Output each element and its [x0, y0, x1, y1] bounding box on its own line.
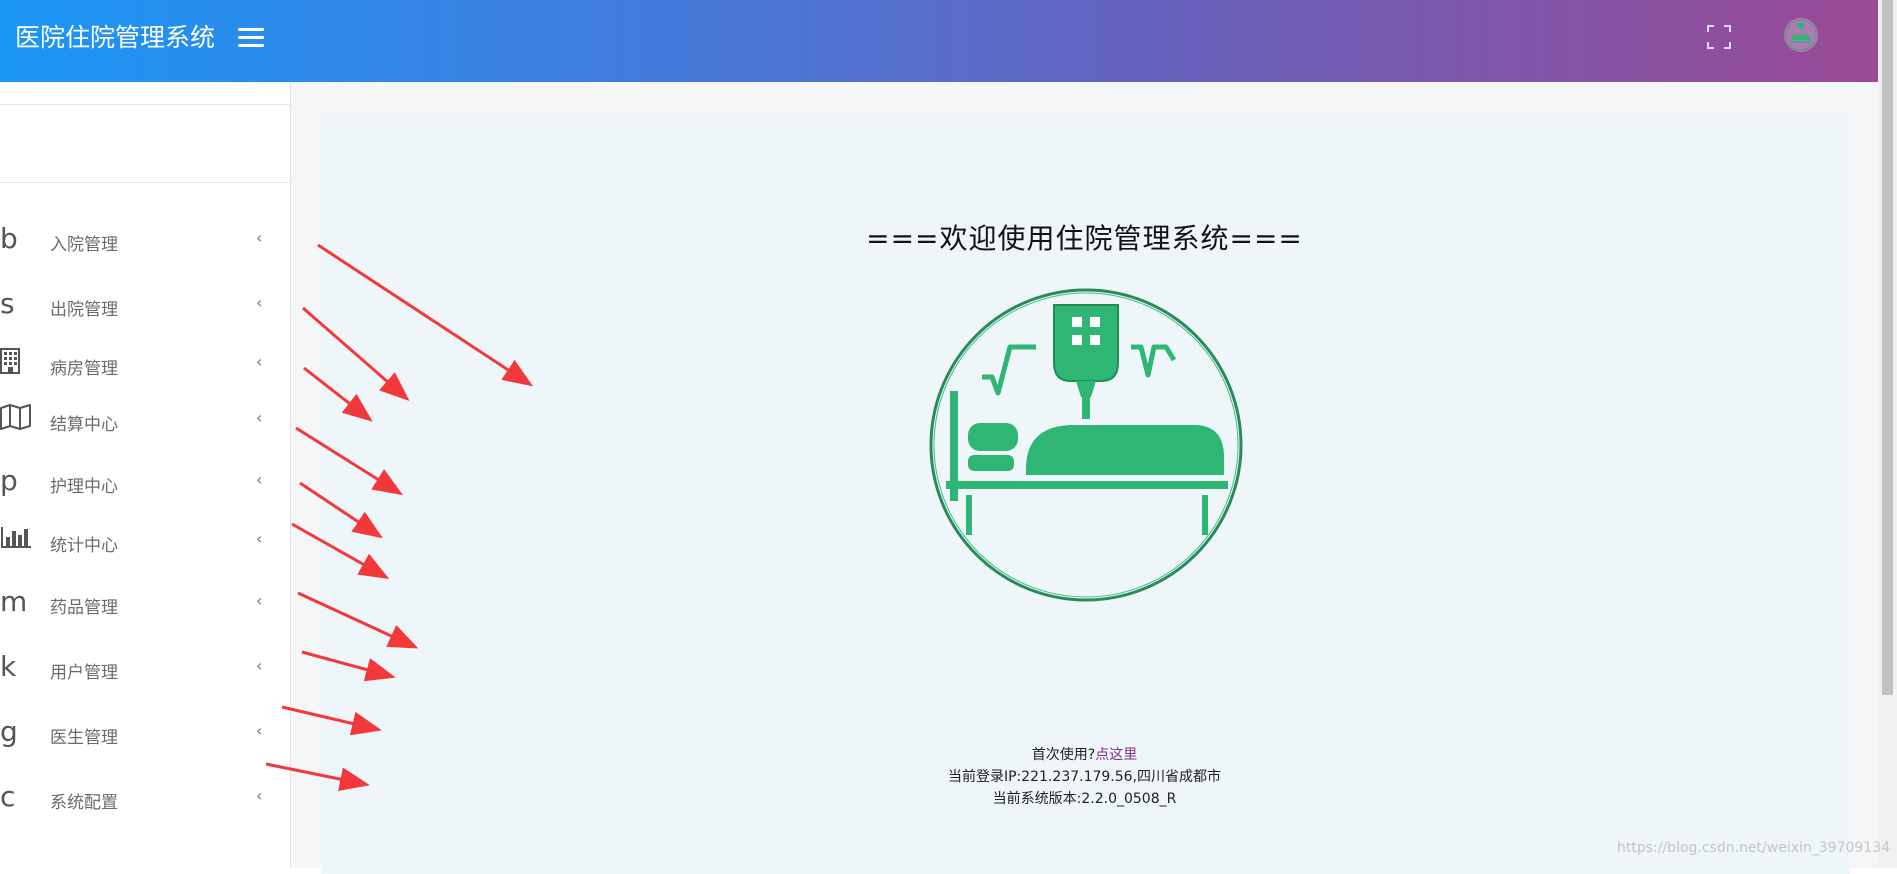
chevron-left-icon: ‹ — [256, 786, 263, 805]
nav-glyph-icon: c — [0, 780, 16, 813]
footer-info: 首次使用?点这里 当前登录IP:221.237.179.56,四川省成都市 当前… — [291, 744, 1878, 810]
welcome-heading: ===欢迎使用住院管理系统=== — [866, 222, 1303, 255]
hospital-logo — [926, 285, 1246, 605]
sidebar-item-label: 统计中心 — [50, 536, 118, 556]
sidebar-item-label: 结算中心 — [50, 415, 118, 435]
bar-chart-icon — [0, 525, 34, 555]
sidebar-item-admission[interactable]: b 入院管理 ‹ — [0, 220, 290, 260]
hospital-bed-avatar-icon — [1785, 19, 1817, 51]
version-text: 当前系统版本:2.2.0_0508_R — [992, 791, 1177, 807]
hamburger-icon — [238, 28, 264, 31]
chevron-left-icon: ‹ — [256, 228, 263, 247]
nav-glyph-icon: k — [0, 650, 17, 683]
sidebar-divider — [0, 104, 290, 105]
first-use-link[interactable]: 点这里 — [1095, 747, 1137, 763]
sidebar-item-discharge[interactable]: s 出院管理 ‹ — [0, 285, 290, 325]
chevron-left-icon: ‹ — [256, 408, 263, 427]
chevron-left-icon: ‹ — [256, 656, 263, 675]
map-icon — [0, 404, 34, 436]
nav-glyph-icon: m — [0, 585, 28, 618]
chevron-left-icon: ‹ — [256, 293, 263, 312]
chevron-left-icon: ‹ — [256, 591, 263, 610]
sidebar-item-billing[interactable]: 结算中心 ‹ — [0, 400, 290, 440]
sidebar-item-nursing[interactable]: p 护理中心 ‹ — [0, 462, 290, 502]
chevron-left-icon: ‹ — [256, 352, 263, 371]
menu-toggle-button[interactable] — [238, 28, 264, 50]
sidebar: b 入院管理 ‹ s 出院管理 ‹ 病房管理 ‹ 结算中心 ‹ p 护理中心 ‹… — [0, 82, 291, 868]
user-avatar[interactable] — [1784, 18, 1818, 52]
watermark-text: https://blog.csdn.net/weixin_39709134 — [1617, 840, 1891, 856]
building-icon — [0, 348, 34, 380]
sidebar-item-pharmacy[interactable]: m 药品管理 ‹ — [0, 583, 290, 623]
sidebar-item-users[interactable]: k 用户管理 ‹ — [0, 648, 290, 688]
sidebar-divider — [0, 182, 290, 183]
app-title: 医院住院管理系统 — [15, 23, 216, 52]
sidebar-item-ward[interactable]: 病房管理 ‹ — [0, 344, 290, 384]
sidebar-item-label: 用户管理 — [50, 663, 118, 683]
sidebar-item-label: 护理中心 — [50, 477, 118, 497]
chevron-left-icon: ‹ — [256, 470, 263, 489]
chevron-left-icon: ‹ — [256, 721, 263, 740]
nav-glyph-icon: p — [0, 464, 18, 497]
page-scrollbar-thumb[interactable] — [1882, 0, 1893, 695]
nav-glyph-icon: g — [0, 715, 18, 748]
sidebar-item-label: 医生管理 — [50, 728, 118, 748]
sidebar-item-doctors[interactable]: g 医生管理 ‹ — [0, 713, 290, 753]
login-ip-text: 当前登录IP:221.237.179.56,四川省成都市 — [947, 769, 1222, 785]
sidebar-item-label: 系统配置 — [50, 793, 118, 813]
nav-glyph-icon: s — [0, 287, 15, 320]
first-use-line: 首次使用?点这里 — [1031, 747, 1138, 763]
sidebar-item-settings[interactable]: c 系统配置 ‹ — [0, 778, 290, 818]
chevron-left-icon: ‹ — [256, 529, 263, 548]
main-content: ===欢迎使用住院管理系统=== 首次使用?点这里 当前登录IP:221.237… — [291, 82, 1878, 874]
sidebar-item-label: 病房管理 — [50, 359, 118, 379]
sidebar-item-statistics[interactable]: 统计中心 ‹ — [0, 521, 290, 561]
fullscreen-button[interactable] — [1706, 24, 1732, 50]
top-header: 医院住院管理系统 — [0, 0, 1878, 82]
sidebar-item-label: 入院管理 — [50, 235, 118, 255]
hospital-bed-icon — [929, 288, 1243, 602]
nav-glyph-icon: b — [0, 222, 18, 255]
fullscreen-icon — [1707, 25, 1731, 49]
sidebar-item-label: 药品管理 — [50, 598, 118, 618]
sidebar-item-label: 出院管理 — [50, 300, 118, 320]
